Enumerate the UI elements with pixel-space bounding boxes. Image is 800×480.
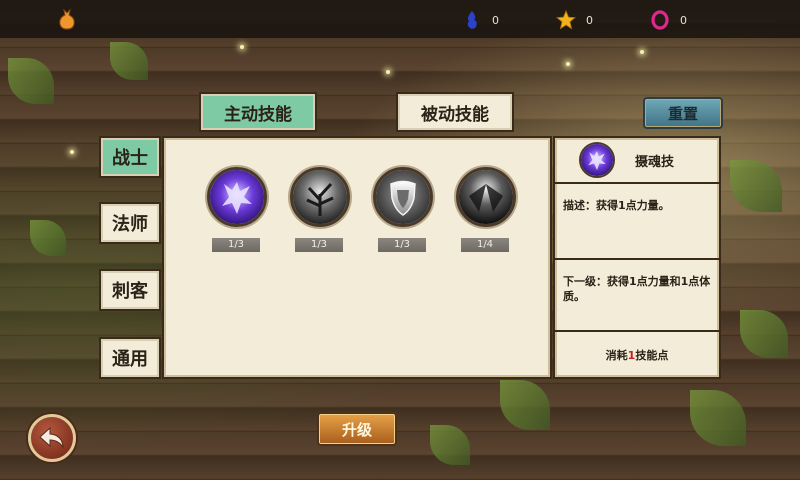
vine-leaf-decoration	[30, 220, 66, 256]
skill-slot[interactable]: 1/4	[456, 167, 516, 252]
skill-detail-header: 摄魂技	[555, 138, 719, 184]
sparkle	[566, 62, 570, 66]
sparkle	[240, 45, 244, 49]
purple-beast-skill-icon	[579, 142, 615, 178]
pink-ring-icon	[651, 10, 669, 30]
skill-slot[interactable]: 1/3	[207, 167, 267, 252]
upgrade-button-label: 升级	[341, 420, 372, 439]
skill-detail-name: 摄魂技	[635, 154, 675, 170]
flame-resource: 0	[462, 10, 499, 30]
skill-detail-panel: 摄魂技 描述：获得1点力量。 下一级：获得1点力量和1点体质。 消耗1技能点	[553, 136, 721, 379]
sparkle	[70, 150, 74, 154]
bag-icon[interactable]	[56, 8, 78, 30]
class-label: 法师	[112, 214, 148, 235]
class-label: 刺客	[112, 281, 148, 302]
skill-level-badge: 1/3	[378, 238, 426, 252]
star-count: 0	[586, 13, 593, 27]
cost-prefix: 消耗	[605, 348, 628, 362]
tab-passive-skills[interactable]: 被动技能	[396, 92, 514, 132]
vine-leaf-decoration	[500, 380, 550, 430]
class-label: 通用	[112, 349, 148, 370]
class-general[interactable]: 通用	[99, 337, 161, 379]
top-resource-bar: 0 0 0	[0, 0, 800, 38]
skill-next-level: 下一级：获得1点力量和1点体质。	[563, 275, 711, 303]
vine-leaf-decoration	[8, 58, 54, 104]
class-mage[interactable]: 法师	[99, 202, 161, 244]
class-label: 战士	[112, 148, 148, 169]
skill-level-badge: 1/3	[212, 238, 260, 252]
purple-beast-skill-icon[interactable]	[207, 167, 267, 227]
tab-active-skills[interactable]: 主动技能	[199, 92, 317, 132]
reset-button[interactable]: 重置	[643, 97, 723, 129]
class-warrior[interactable]: 战士	[99, 136, 161, 178]
tab-passive-skills-label: 被动技能	[421, 104, 489, 125]
skill-description: 描述：获得1点力量。	[563, 199, 670, 212]
back-button[interactable]	[28, 414, 76, 462]
star-resource: 0	[556, 10, 593, 30]
skill-level-badge: 1/3	[295, 238, 343, 252]
sparkle	[640, 50, 644, 54]
skill-level-badge: 1/4	[461, 238, 509, 252]
tab-active-skills-label: 主动技能	[224, 104, 292, 125]
vine-leaf-decoration	[690, 390, 746, 446]
vine-leaf-decoration	[110, 42, 148, 80]
gold-star-icon	[556, 10, 576, 30]
blue-flame-icon	[467, 11, 477, 29]
ring-resource: 0	[650, 10, 687, 30]
dark-tree-skill-icon[interactable]	[290, 167, 350, 227]
silver-shield-skill-icon[interactable]	[373, 167, 433, 227]
skill-description-section: 描述：获得1点力量。	[555, 184, 719, 260]
vine-leaf-decoration	[730, 160, 782, 212]
vine-leaf-decoration	[740, 310, 788, 358]
reset-button-label: 重置	[667, 104, 698, 123]
skill-list-panel: 1/3 1/3 1/3 1/4	[162, 136, 552, 379]
cost-suffix: 技能点	[635, 348, 669, 362]
class-assassin[interactable]: 刺客	[99, 269, 161, 311]
sparkle	[386, 70, 390, 74]
skill-cost-section: 消耗1技能点	[555, 332, 719, 377]
shadow-wings-skill-icon[interactable]	[456, 167, 516, 227]
skill-cost-text: 消耗1技能点	[606, 347, 669, 363]
back-arrow-icon	[39, 426, 64, 449]
vine-leaf-decoration	[430, 425, 470, 465]
flame-count: 0	[492, 13, 499, 27]
skill-slot[interactable]: 1/3	[373, 167, 433, 252]
skill-slot[interactable]: 1/3	[290, 167, 350, 252]
upgrade-button[interactable]: 升级	[317, 412, 397, 446]
ring-count: 0	[680, 13, 687, 27]
skill-next-level-section: 下一级：获得1点力量和1点体质。	[555, 260, 719, 332]
